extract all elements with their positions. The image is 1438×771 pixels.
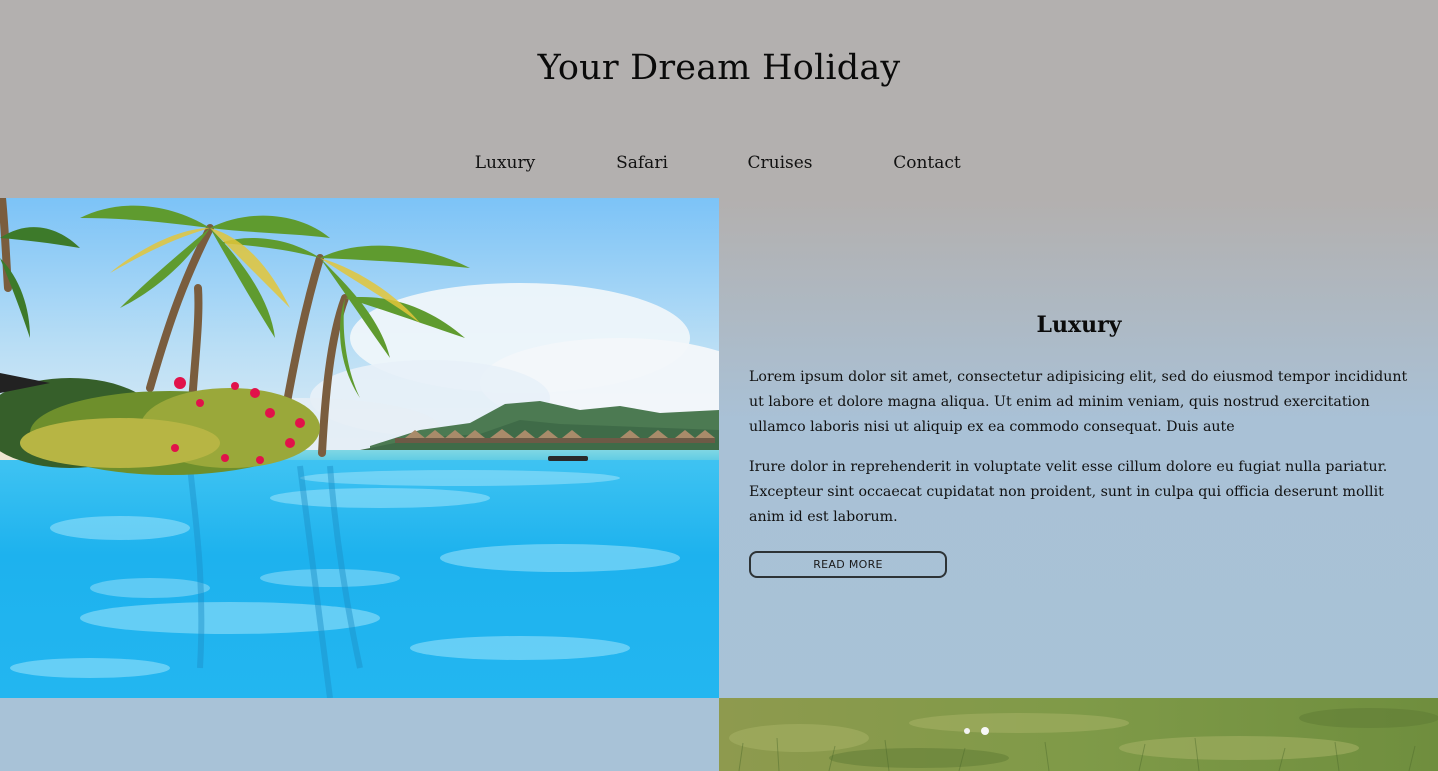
tropical-pool-image — [0, 198, 719, 698]
nav-item-cruises[interactable]: Cruises — [709, 153, 851, 173]
feature-luxury: Luxury Lorem ipsum dolor sit amet, conse… — [749, 300, 1409, 578]
feature-heading: Luxury — [1036, 312, 1122, 338]
grassland-image — [719, 698, 1438, 771]
main-nav: Luxury Safari Cruises Contact — [0, 153, 1438, 173]
feature-paragraph-2: Irure dolor in reprehenderit in voluptat… — [749, 459, 1388, 525]
site-title: Your Dream Holiday — [537, 48, 901, 88]
nav-item-contact[interactable]: Contact — [851, 153, 1003, 173]
nav-item-luxury[interactable]: Luxury — [435, 153, 575, 173]
read-more-button[interactable]: READ MORE — [749, 551, 947, 578]
second-row-text-panel — [0, 698, 719, 771]
nav-item-safari[interactable]: Safari — [575, 153, 709, 173]
page: Your Dream Holiday Luxury Safari Cruises… — [0, 0, 1438, 771]
feature-paragraph-1: Lorem ipsum dolor sit amet, consectetur … — [749, 369, 1408, 435]
